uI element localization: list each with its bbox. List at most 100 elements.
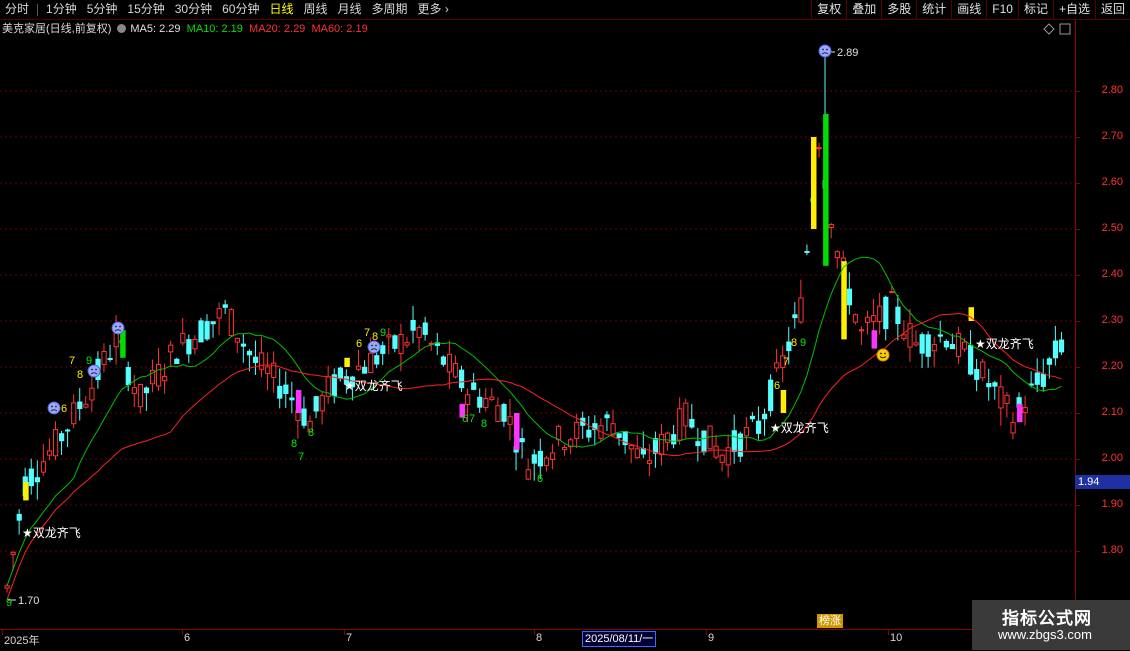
period-tab-5[interactable]: 60分钟 xyxy=(217,0,264,19)
price-label: 1.90 xyxy=(1101,498,1123,510)
candle-body xyxy=(410,320,416,331)
candle-body xyxy=(28,468,34,487)
count-marker: 8 xyxy=(791,337,797,349)
candle-body xyxy=(525,469,531,480)
candle-body xyxy=(156,363,162,387)
price-tick xyxy=(1076,91,1080,92)
candle-body xyxy=(774,362,780,369)
candle-body xyxy=(889,291,895,294)
candle-body xyxy=(562,446,568,450)
price-axis: 2.80 2.70 2.60 2.50 2.40 2.30 2.20 2.10 2.00 1.90… xyxy=(1075,20,1130,629)
toolbar-button-6[interactable]: 标记 xyxy=(1017,0,1053,19)
candle-body xyxy=(319,395,325,412)
period-tab-6[interactable]: 日线 xyxy=(264,0,298,19)
period-tabs: 分时 1分钟 5分钟 15分钟 30分钟 60分钟 日线 周线 月线 多周期 更多 › xyxy=(0,0,454,19)
rank-badge[interactable]: 榜涨 xyxy=(817,614,843,628)
period-tab-9[interactable]: 多周期 xyxy=(367,0,413,19)
candle-body xyxy=(301,408,307,426)
candle-body xyxy=(289,397,295,401)
price-label: 2.40 xyxy=(1101,268,1123,280)
candle-body xyxy=(749,415,756,420)
signal-candle xyxy=(823,114,829,266)
candle-body xyxy=(355,365,362,370)
signal-candle xyxy=(1017,403,1023,423)
date-tick xyxy=(344,630,345,635)
signal-candle xyxy=(344,357,350,367)
candle-body xyxy=(489,396,495,400)
toolbar-button-3[interactable]: 统计 xyxy=(916,0,951,19)
candle-body xyxy=(162,376,168,382)
cursor-date-label: 2025/08/11/一 xyxy=(582,631,657,647)
candle-body xyxy=(198,320,204,343)
candle-body xyxy=(665,432,671,443)
eye-dot xyxy=(375,344,377,347)
price-label: 2.00 xyxy=(1101,452,1123,464)
period-tab-2[interactable]: 5分钟 xyxy=(82,0,123,19)
candle-body xyxy=(89,387,95,401)
candle-body xyxy=(40,461,47,473)
period-tab-10[interactable]: 更多 › xyxy=(413,0,454,19)
period-tab-3[interactable]: 15分钟 xyxy=(122,0,169,19)
period-tab-7[interactable]: 周线 xyxy=(298,0,332,19)
count-marker: 6 xyxy=(356,338,362,350)
date-label: 9 xyxy=(708,632,715,644)
candle-body xyxy=(895,306,901,325)
toolbar-button-7[interactable]: +自选 xyxy=(1052,0,1095,19)
candle-body xyxy=(1046,358,1053,365)
period-tab-0[interactable]: 分时 xyxy=(0,0,34,19)
candle-body xyxy=(313,396,319,412)
candle-body xyxy=(628,444,634,450)
ma-line-green xyxy=(6,256,1062,586)
period-tab-8[interactable]: 月线 xyxy=(333,0,367,19)
candle-body xyxy=(65,429,71,432)
candle-body xyxy=(16,513,22,521)
toolbar-button-5[interactable]: F10 xyxy=(986,0,1018,19)
candle-body xyxy=(265,366,271,375)
toolbar-button-8[interactable]: 返回 xyxy=(1094,0,1130,19)
candle-body xyxy=(483,397,489,408)
candle-body xyxy=(683,402,689,427)
price-tick xyxy=(1076,137,1080,138)
candle-body xyxy=(671,434,677,445)
period-tab-4[interactable]: 30分钟 xyxy=(170,0,217,19)
eye-dot xyxy=(115,325,117,328)
toolbar-button-0[interactable]: 复权 xyxy=(811,0,846,19)
date-tick xyxy=(2,630,3,635)
candle-body xyxy=(804,250,810,253)
toolbar-button-1[interactable]: 叠加 xyxy=(846,0,881,19)
candle-body xyxy=(368,352,374,374)
toolbar-button-4[interactable]: 画线 xyxy=(951,0,986,19)
signal-candle xyxy=(514,413,520,450)
candle-body xyxy=(883,296,889,330)
signal-candle xyxy=(120,330,126,358)
candle-body xyxy=(180,332,186,344)
kline-chart[interactable]: ★双龙齐飞★双龙齐飞★双龙齐飞★双龙齐飞2.891.707 9867 9688876… xyxy=(0,20,1075,629)
toolbar-button-2[interactable]: 多股 xyxy=(881,0,916,19)
candle-body xyxy=(846,288,853,306)
eye-dot xyxy=(880,352,882,355)
price-label: 2.70 xyxy=(1101,130,1123,142)
eye-dot xyxy=(822,48,824,51)
period-tab-1[interactable]: 1分钟 xyxy=(41,0,82,19)
candle-body xyxy=(240,343,247,347)
candle-body xyxy=(143,387,150,394)
count-marker: 9 xyxy=(6,597,12,609)
candle-body xyxy=(677,408,683,441)
count-marker: 9 xyxy=(800,337,806,349)
price-label: 2.50 xyxy=(1101,222,1123,234)
candle-body xyxy=(283,384,289,394)
count-marker: 8 xyxy=(308,427,314,439)
candle-body xyxy=(961,341,968,350)
eye-dot xyxy=(55,405,57,408)
candle-body xyxy=(192,338,198,350)
candle-body xyxy=(465,394,471,405)
candle-body xyxy=(998,386,1004,409)
candle-body xyxy=(658,433,665,456)
signal-label: ★双龙齐飞 xyxy=(770,420,829,435)
signal-label: ★双龙齐飞 xyxy=(22,525,81,540)
candle-body xyxy=(1010,422,1016,434)
sad-icon xyxy=(818,44,832,58)
toolbar: 分时 1分钟 5分钟 15分钟 30分钟 60分钟 日线 周线 月线 多周期 更多 › 复权 叠加 多股… xyxy=(0,0,1130,20)
signal-candle xyxy=(780,390,787,413)
candle-body xyxy=(743,427,750,437)
